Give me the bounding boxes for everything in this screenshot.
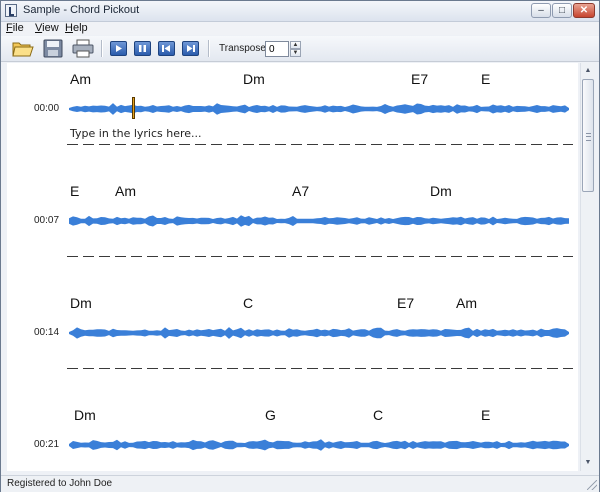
timecode-label: 00:21 — [34, 439, 60, 450]
scrollbar-grip-icon — [586, 133, 591, 141]
title-bar[interactable]: Sample - Chord Pickout – □ ✕ — [1, 1, 599, 22]
chord-label[interactable]: C — [373, 407, 383, 423]
save-button[interactable] — [43, 39, 64, 58]
playback-position-marker[interactable] — [132, 97, 135, 119]
window-title: Sample - Chord Pickout — [23, 4, 140, 16]
chord-label[interactable]: Dm — [70, 295, 92, 311]
skip-forward-icon — [187, 45, 195, 52]
status-text: Registered to John Doe — [7, 478, 113, 489]
waveform[interactable] — [69, 213, 569, 229]
menu-file[interactable]: File — [6, 22, 24, 34]
skip-back-icon — [162, 45, 170, 52]
chord-sheet[interactable]: Am Dm E7 E 00:00 Type in the lyrics here... E A… — [7, 63, 578, 471]
transpose-down-button[interactable]: ▼ — [290, 49, 301, 57]
pause-button[interactable] — [134, 41, 151, 56]
menu-view[interactable]: View — [35, 22, 59, 34]
chord-label[interactable]: Dm — [243, 71, 265, 87]
toolbar-separator — [101, 40, 103, 57]
minimize-button[interactable]: – — [531, 3, 551, 18]
lyrics-line[interactable] — [67, 368, 573, 369]
toolbar-separator — [208, 40, 210, 57]
chord-label[interactable]: Am — [115, 183, 136, 199]
save-icon — [43, 39, 63, 58]
skip-back-button[interactable] — [158, 41, 175, 56]
chord-label[interactable]: Dm — [74, 407, 96, 423]
maximize-button[interactable]: □ — [552, 3, 572, 18]
timecode-label: 00:14 — [34, 327, 60, 338]
menu-bar: File View Help — [1, 22, 599, 35]
timecode-label: 00:00 — [34, 103, 60, 114]
scroll-down-arrow-icon[interactable]: ▼ — [582, 457, 594, 469]
chord-label[interactable]: E7 — [411, 71, 428, 87]
status-bar: Registered to John Doe — [1, 475, 599, 492]
lyrics-input[interactable]: Type in the lyrics here... — [70, 127, 202, 140]
open-folder-icon — [12, 42, 34, 57]
skip-forward-button[interactable] — [182, 41, 199, 56]
waveform[interactable] — [69, 101, 569, 117]
chord-label[interactable]: E — [481, 71, 490, 87]
print-icon — [72, 39, 94, 58]
waveform[interactable] — [69, 325, 569, 341]
lyrics-line[interactable] — [67, 144, 573, 145]
waveform[interactable] — [69, 437, 569, 453]
chord-label[interactable]: C — [243, 295, 253, 311]
chord-label[interactable]: Am — [70, 71, 91, 87]
resize-grip-icon[interactable] — [587, 480, 597, 490]
print-button[interactable] — [72, 39, 94, 58]
chord-label[interactable]: Am — [456, 295, 477, 311]
transpose-input[interactable] — [265, 41, 289, 57]
open-button[interactable] — [12, 39, 34, 58]
chord-label[interactable]: A7 — [292, 183, 309, 199]
transpose-up-button[interactable]: ▲ — [290, 41, 301, 49]
chord-label[interactable]: E — [70, 183, 79, 199]
scroll-up-arrow-icon[interactable]: ▲ — [582, 65, 594, 77]
app-window: Sample - Chord Pickout – □ ✕ File View H… — [0, 0, 600, 492]
play-icon — [116, 45, 122, 52]
pause-icon — [139, 45, 146, 52]
chord-label[interactable]: G — [265, 407, 276, 423]
timecode-label: 00:07 — [34, 215, 60, 226]
transpose-label: Transpose: — [219, 43, 269, 54]
play-button[interactable] — [110, 41, 127, 56]
lyrics-line[interactable] — [67, 256, 573, 257]
chord-label[interactable]: Dm — [430, 183, 452, 199]
vertical-scrollbar[interactable]: ▲ ▼ — [580, 63, 595, 471]
app-logo-icon — [5, 4, 17, 17]
chord-label[interactable]: E — [481, 407, 490, 423]
close-button[interactable]: ✕ — [573, 3, 595, 18]
menu-help[interactable]: Help — [65, 22, 88, 34]
scrollbar-thumb[interactable] — [582, 79, 594, 192]
chord-label[interactable]: E7 — [397, 295, 414, 311]
